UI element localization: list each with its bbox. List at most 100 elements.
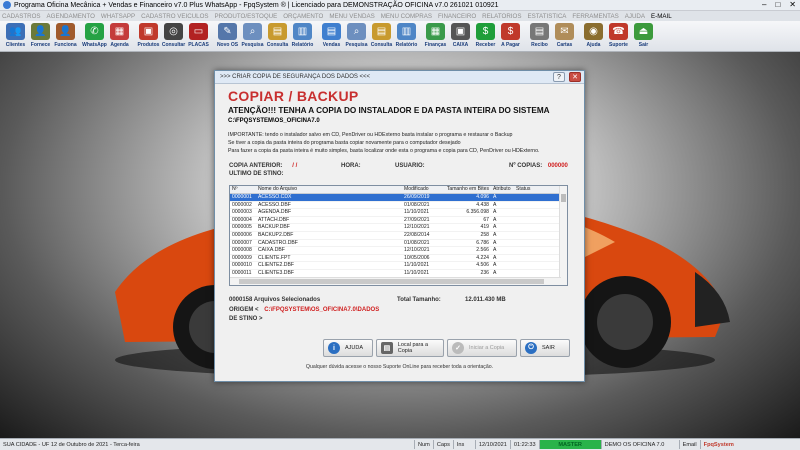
toolbar-button[interactable]: ▤ Consulta xyxy=(265,21,290,52)
table-cell: 4.506 xyxy=(476,262,489,269)
toolbar-button[interactable]: 👤 Funciona xyxy=(53,21,78,52)
table-cell: 0000001 xyxy=(232,194,252,200)
table-cell xyxy=(514,202,542,209)
horizontal-scrollbar[interactable] xyxy=(230,277,561,285)
table-row[interactable]: 0000002 ACESSO.DBF 01/08/2021 4.438 A xyxy=(230,202,567,210)
toolbar-button[interactable]: ▤ Vendas xyxy=(319,21,344,52)
help-icon[interactable]: ? xyxy=(553,72,565,82)
table-row[interactable]: 0000004 ATTACH.DBF 27/09/2021 67 A xyxy=(230,217,567,225)
table-cell: AGENDA.DBF xyxy=(258,209,292,216)
toolbar-label: PLACAS xyxy=(188,42,209,48)
table-row[interactable]: 0000008 CAIXA.DBF 12/10/2021 2.566 A xyxy=(230,247,567,255)
toolbar-button[interactable]: ▥ Relatório xyxy=(290,21,315,52)
table-cell xyxy=(514,285,542,286)
table-row[interactable]: 0000010 CLIENTE2.DBF 11/10/2021 4.506 A xyxy=(230,262,567,270)
toolbar-button[interactable]: ▤ Recibo xyxy=(527,21,552,52)
table-cell: 2.566 xyxy=(476,247,489,254)
toolbar-button[interactable]: ▦ Agenda xyxy=(107,21,132,52)
menu-item[interactable]: AJUDA xyxy=(625,13,645,20)
menu-item[interactable]: CADASTROS xyxy=(2,13,41,20)
toolbar-label: Novo OS xyxy=(216,42,239,48)
dialog-title: >>> CRIAR COPIA DE SEGURANÇA DOS DADOS <… xyxy=(220,74,371,80)
column-header[interactable]: Modificado xyxy=(402,186,440,193)
toolbar-label: Produtos xyxy=(137,42,160,48)
report-icon: ▥ xyxy=(293,23,312,40)
menu-item[interactable]: RELATORIOS xyxy=(482,13,521,20)
last-destination-label: ULTIMO DE STINO: xyxy=(229,171,284,177)
toolbar-button[interactable]: ◉ Ajuda xyxy=(581,21,606,52)
table-row[interactable]: 0000001 ACESSO.CDX 26/09/2019 4.096 A xyxy=(230,194,567,202)
toolbar-button[interactable]: ▤ Consulta xyxy=(369,21,394,52)
menu-item[interactable]: WHATSAPP xyxy=(101,13,135,20)
table-row[interactable]: 0000003 AGENDA.DBF 11/10/2021 6.356.098 A xyxy=(230,209,567,217)
toolbar-button[interactable]: ◎ Consultar xyxy=(161,21,186,52)
copy-location-button[interactable]: ▤ Local para a Copia xyxy=(376,339,444,357)
exit-icon: ⏏ xyxy=(634,23,653,40)
status-city-date: SUA CIDADE - UF 12 de Outubro de 2021 - … xyxy=(3,441,140,448)
menu-item[interactable]: MENU COMPRAS xyxy=(381,13,432,20)
toolbar-label: Pesquisa xyxy=(241,42,264,48)
toolbar-button[interactable]: ⏏ Sair xyxy=(631,21,656,52)
table-cell: 12/10/2021 xyxy=(404,224,430,231)
table-cell: CLIENTE2.DBF xyxy=(258,262,294,269)
table-row[interactable]: 0000005 BACKUP.DBF 12/10/2021 419 A xyxy=(230,224,567,232)
help-button[interactable]: i AJUDA xyxy=(323,339,373,357)
menu-email[interactable]: E-MAIL xyxy=(651,13,672,20)
close-icon[interactable]: ✕ xyxy=(789,0,796,9)
table-cell: BACKUP.DBF xyxy=(258,224,290,231)
table-cell: 11/10/2021 xyxy=(404,269,430,276)
column-header[interactable]: Atributo xyxy=(491,186,514,193)
menu-item[interactable]: PRODUTO/ESTOQUE xyxy=(215,13,278,20)
maximize-icon[interactable]: □ xyxy=(775,0,780,9)
toolbar-button[interactable]: ▣ Produtos xyxy=(136,21,161,52)
menu-item[interactable]: FERRAMENTAS xyxy=(572,13,618,20)
dialog-heading: COPIAR / BACKUP xyxy=(228,88,359,104)
toolbar-button[interactable]: ✆ WhatsApp xyxy=(82,21,107,52)
menu-item[interactable]: ORÇAMENTO xyxy=(283,13,323,20)
copies-count: 000000 xyxy=(547,163,568,169)
table-row[interactable]: 0000006 BACKUP2.DBF 22/08/2014 258 A xyxy=(230,232,567,240)
menu-item[interactable]: AGENDAMENTO xyxy=(47,13,95,20)
menu-item[interactable]: ESTATISTICA xyxy=(527,13,566,20)
table-cell xyxy=(514,224,542,231)
toolbar-button[interactable]: ✎ Novo OS xyxy=(215,21,240,52)
grid-body: 0000001 ACESSO.CDX 26/09/2019 4.096 A 0000002… xyxy=(230,194,567,286)
toolbar-button[interactable]: ▣ CAIXA xyxy=(448,21,473,52)
table-row[interactable]: 0000009 CLIENTE.FPT 10/05/2006 4.224 A xyxy=(230,255,567,263)
toolbar-button[interactable]: 👤 Fornece xyxy=(28,21,53,52)
table-row[interactable]: 0000007 CADASTRO.DBF 01/08/2021 6.786 A xyxy=(230,240,567,248)
calendar-icon: ▦ xyxy=(110,23,129,40)
column-header[interactable]: Nome do Arquivo xyxy=(256,186,402,193)
column-header[interactable]: Nº xyxy=(230,186,256,193)
toolbar-button[interactable]: $ A Pagar xyxy=(498,21,523,52)
menu-item[interactable]: CADASTRO VEICULOS xyxy=(141,13,208,20)
status-email[interactable]: Email xyxy=(678,440,700,449)
products-icon: ▣ xyxy=(139,23,158,40)
toolbar-button[interactable]: ⌕ Pesquisa xyxy=(344,21,369,52)
toolbar-button[interactable]: ▭ PLACAS xyxy=(186,21,211,52)
toolbar-button[interactable]: ▥ Relatório xyxy=(394,21,419,52)
exit-button[interactable]: ⏻ SAIR xyxy=(520,339,570,357)
menu-item[interactable]: FINANCEIRO xyxy=(438,13,476,20)
minimize-icon[interactable]: – xyxy=(762,0,766,9)
toolbar-button[interactable]: $ Receber xyxy=(473,21,498,52)
toolbar-button[interactable]: ✉ Cartas xyxy=(552,21,577,52)
toolbar-button[interactable]: ☎ Suporte xyxy=(606,21,631,52)
column-header[interactable]: Status xyxy=(514,186,542,193)
start-copy-button[interactable]: ✓ Iniciar a Copia xyxy=(447,339,517,357)
files-grid[interactable]: Nº Nome do Arquivo Modificado Tamanho em Bi… xyxy=(229,185,568,286)
table-cell: ACESSO.DBF xyxy=(258,201,291,208)
toolbar-button[interactable]: ⌕ Pesquisa xyxy=(240,21,265,52)
vertical-scrollbar[interactable] xyxy=(559,186,567,285)
toolbar-button[interactable]: 👥 Clientes xyxy=(3,21,28,52)
note-line: IMPORTANTE: tendo o instalador salvo em … xyxy=(228,132,513,138)
toolbar: 👥 Clientes 👤 Fornece 👤 Funciona ✆ WhatsApp ▦ Agen… xyxy=(0,21,800,52)
table-cell: ACESSO.CDX xyxy=(258,194,292,200)
table-cell: 0000010 xyxy=(232,262,252,269)
table-row[interactable]: 0000013CLIENTES.BAK23/08/201413.531A xyxy=(230,285,567,286)
dialog-close-icon[interactable]: ✕ xyxy=(569,72,581,82)
menu-item[interactable]: MENU VENDAS xyxy=(329,13,374,20)
toolbar-button[interactable]: ▦ Finanças xyxy=(423,21,448,52)
table-cell: CLIENTES.BAK xyxy=(256,285,402,286)
column-header[interactable]: Tamanho em Bites xyxy=(440,186,491,193)
